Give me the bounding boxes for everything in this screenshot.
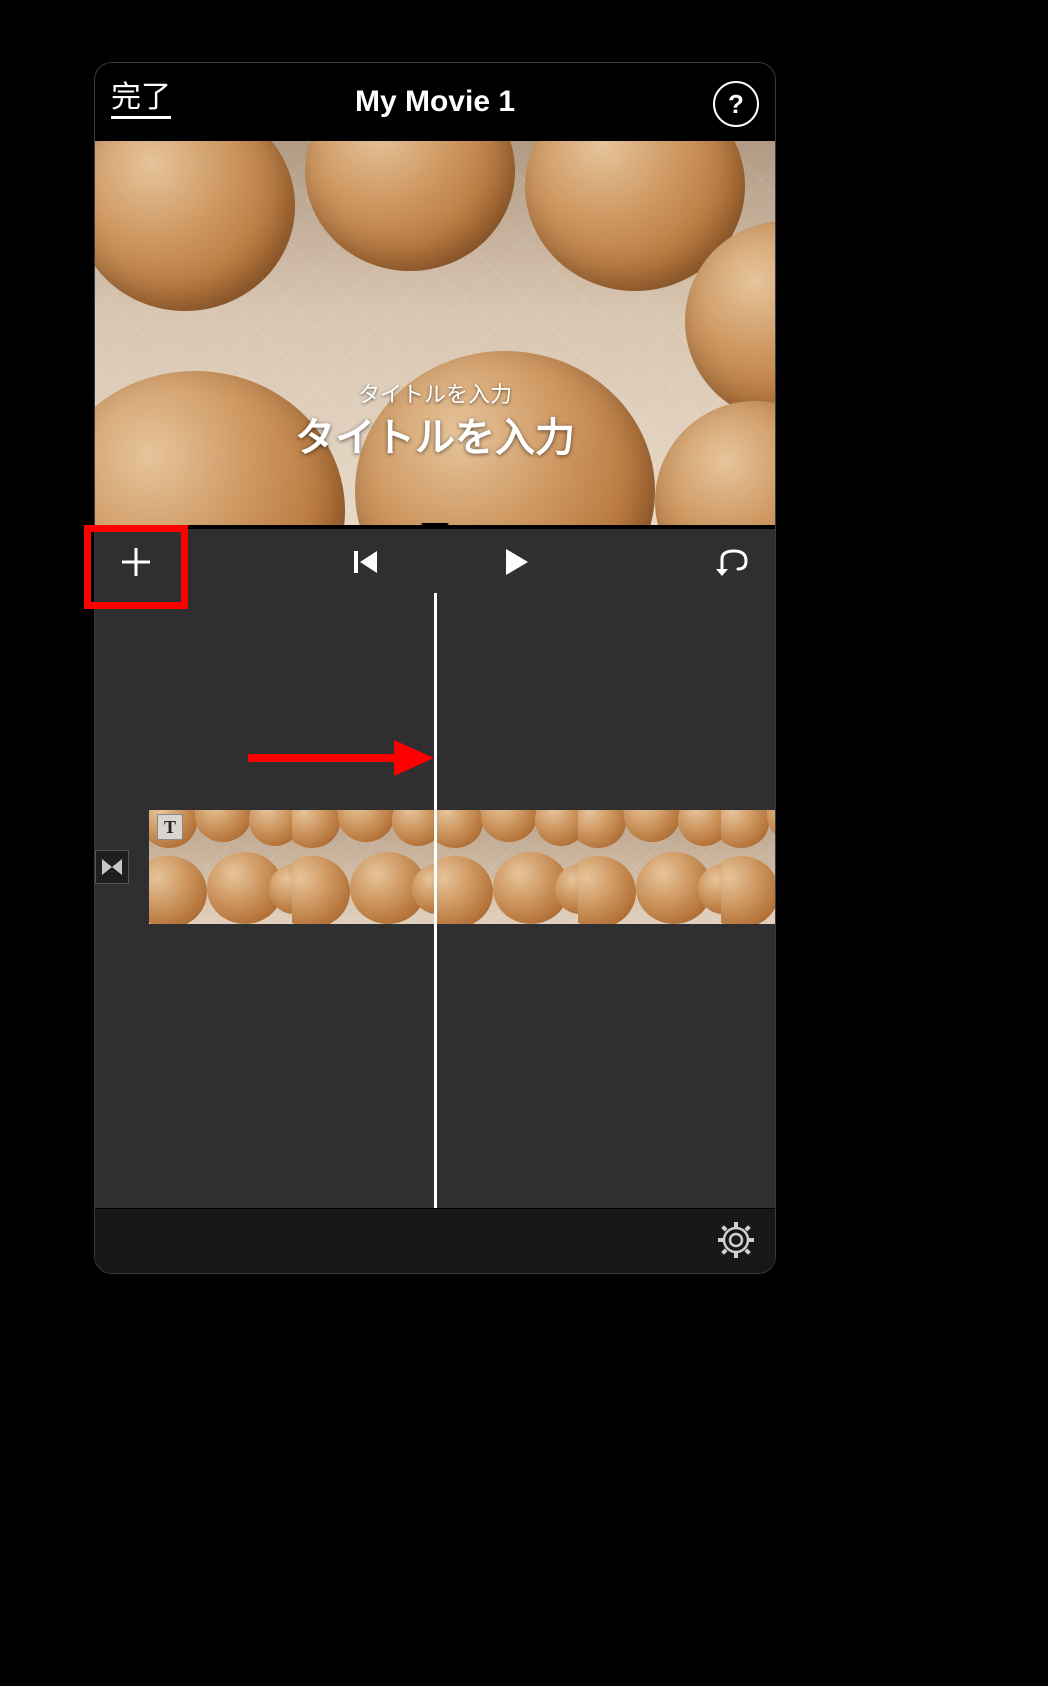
- undo-button[interactable]: [711, 541, 757, 583]
- gear-icon: [718, 1222, 754, 1258]
- video-editor-screen: 完了 My Movie 1 ? タイトルを入力 タイトルを入力 タイトルを入力: [94, 62, 776, 1274]
- play-button[interactable]: [493, 539, 539, 585]
- transition-button[interactable]: [95, 850, 129, 884]
- undo-icon: [716, 547, 752, 577]
- project-title: My Movie 1: [355, 84, 515, 120]
- playback-toolbar: [95, 529, 775, 593]
- add-media-button[interactable]: [113, 539, 159, 585]
- clip-strip[interactable]: [149, 810, 775, 924]
- transition-icon: [100, 855, 124, 879]
- clip-thumbnail[interactable]: [721, 810, 775, 924]
- plus-icon: [118, 544, 154, 580]
- timeline-panel[interactable]: T: [95, 593, 775, 1209]
- playhead-line[interactable]: [434, 593, 437, 1209]
- skip-back-icon: [351, 547, 381, 577]
- title-overlay-main[interactable]: タイトルを入力: [95, 405, 775, 463]
- video-preview[interactable]: タイトルを入力 タイトルを入力 タイトルを入力: [95, 141, 775, 525]
- bottom-bar: [95, 1208, 775, 1273]
- clip-thumbnail[interactable]: [435, 810, 578, 924]
- play-icon: [500, 546, 532, 578]
- header-bar: 完了 My Movie 1 ?: [95, 63, 775, 141]
- settings-button[interactable]: [715, 1219, 757, 1261]
- clip-thumbnail[interactable]: [292, 810, 435, 924]
- title-indicator-badge: T: [157, 814, 183, 840]
- skip-to-start-button[interactable]: [343, 539, 389, 585]
- done-button[interactable]: 完了: [111, 81, 171, 119]
- clip-thumbnail[interactable]: [578, 810, 721, 924]
- help-button[interactable]: ?: [713, 81, 759, 127]
